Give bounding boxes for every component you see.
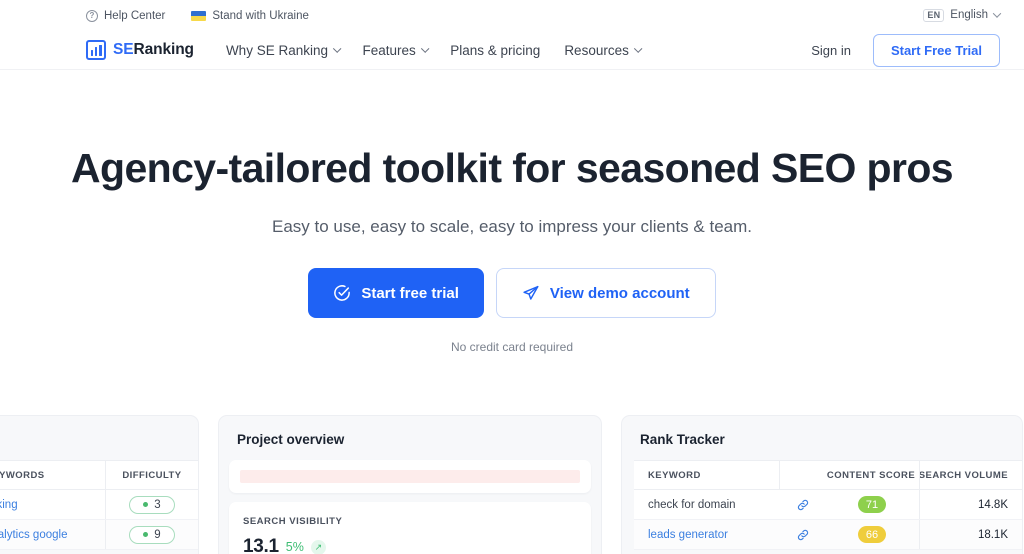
difficulty-value: 9	[154, 528, 161, 541]
question-circle-icon: ?	[86, 9, 98, 22]
link-icon	[797, 499, 808, 510]
table-row[interactable]: linking 3	[0, 490, 198, 520]
nav-item-label: Features	[362, 42, 416, 58]
content-score-cell: 71	[825, 496, 919, 513]
help-center-label: Help Center	[104, 9, 166, 22]
difficulty-badge: 3	[129, 495, 175, 514]
difficulty-cell: 3	[104, 490, 198, 519]
view-demo-account-cta[interactable]: View demo account	[495, 268, 716, 319]
difficulty-badge: 9	[129, 525, 175, 544]
column-header-search-volume: SEARCH VOLUME	[918, 461, 1022, 489]
no-credit-card-note: No credit card required	[450, 340, 574, 355]
search-volume-value: 18.1K	[977, 528, 1008, 541]
keywords-card-title-spacer	[0, 416, 198, 460]
link-icon	[797, 529, 808, 540]
search-volume-value: 14.8K	[977, 498, 1008, 511]
keywords-table: KEYWORDS DIFFICULTY linking 3 analytics …	[0, 460, 198, 550]
project-overview-title: Project overview	[237, 432, 345, 447]
content-score-cell: 66	[825, 526, 919, 543]
search-visibility-value-row: 13.1 5% ↗	[243, 536, 577, 554]
rank-tracker-title: Rank Tracker	[640, 432, 725, 447]
search-visibility-value: 13.1	[243, 536, 279, 554]
chevron-down-icon	[634, 44, 642, 53]
search-visibility-widget: SEARCH VISIBILITY 13.1 5% ↗	[229, 502, 591, 554]
status-dot-icon	[143, 502, 149, 507]
rank-tracker-preview-card: Rank Tracker KEYWORD CONTENT SCORE SEARC…	[621, 415, 1023, 554]
logo-link[interactable]: SERanking	[86, 40, 194, 60]
nav-item-plans-pricing[interactable]: Plans & pricing	[450, 43, 540, 58]
table-row[interactable]: analytics google 9	[0, 520, 198, 550]
rank-tracker-table: KEYWORD CONTENT SCORE SEARCH VOLUME chec…	[634, 460, 1022, 550]
content-score-badge: 66	[857, 526, 886, 543]
start-free-trial-cta[interactable]: Start free trial	[308, 268, 484, 319]
keyword-cell[interactable]: leads generator	[634, 529, 780, 541]
link-cell[interactable]	[780, 528, 824, 542]
chevron-down-icon	[333, 44, 342, 53]
difficulty-value: 3	[154, 498, 161, 511]
column-header-difficulty: DIFFICULTY	[104, 461, 198, 489]
nav-item-label: Plans & pricing	[450, 42, 541, 58]
keyword-cell[interactable]: analytics google	[0, 529, 105, 541]
navbar-actions: Sign in Start Free Trial	[811, 33, 1000, 67]
placeholder-bar	[240, 470, 580, 483]
rank-tracker-table-header: KEYWORD CONTENT SCORE SEARCH VOLUME	[634, 460, 1022, 490]
difficulty-cell: 9	[104, 520, 198, 549]
arrow-up-right-icon: ↗	[310, 539, 326, 554]
table-row[interactable]: leads generator 66 18.1K	[634, 520, 1022, 550]
logo-se-text: SE	[113, 41, 134, 58]
chevron-down-icon	[992, 9, 1002, 19]
chevron-down-icon	[421, 44, 429, 53]
nav-links: Why SE Ranking Features Plans & pricing …	[225, 42, 642, 58]
check-circle-icon	[334, 285, 351, 301]
hero-section: Agency-tailored toolkit for seasoned SEO…	[0, 70, 1024, 355]
paper-plane-icon	[523, 286, 539, 300]
project-overview-banner	[229, 460, 591, 493]
product-preview-strip: KEYWORDS DIFFICULTY linking 3 analytics …	[0, 415, 1024, 554]
language-switcher[interactable]: EN English	[923, 8, 1002, 23]
nav-item-label: Why SE Ranking	[225, 42, 328, 58]
keywords-preview-card: KEYWORDS DIFFICULTY linking 3 analytics …	[0, 415, 199, 554]
start-free-trial-button[interactable]: Start Free Trial	[872, 33, 1000, 67]
link-cell[interactable]	[780, 498, 824, 512]
nav-item-resources[interactable]: Resources	[564, 42, 642, 58]
keywords-table-header: KEYWORDS DIFFICULTY	[0, 460, 198, 490]
utility-bar: ? Help Center Stand with Ukraine EN Engl…	[0, 0, 1024, 31]
column-header-keyword: KEYWORD	[648, 469, 701, 481]
nav-item-features[interactable]: Features	[362, 42, 429, 58]
help-center-link[interactable]: ? Help Center	[86, 9, 166, 22]
column-header-content-score: CONTENT SCORE	[826, 469, 916, 481]
start-free-trial-cta-label: Start free trial	[361, 284, 459, 302]
search-visibility-delta: 5%	[285, 540, 304, 554]
se-ranking-logo-icon	[86, 40, 106, 60]
nav-item-why-se-ranking[interactable]: Why SE Ranking	[225, 42, 342, 58]
keyword-cell: check for domain	[648, 498, 736, 511]
search-visibility-label: SEARCH VISIBILITY	[243, 516, 343, 527]
content-score-badge: 71	[857, 496, 886, 513]
status-dot-icon	[143, 532, 149, 537]
main-navbar: SERanking Why SE Ranking Features Plans …	[0, 31, 1024, 70]
column-header-keywords: KEYWORDS	[0, 469, 45, 481]
logo-ranking-text: Ranking	[133, 41, 194, 58]
keyword-cell[interactable]: linking	[0, 499, 105, 511]
hero-subtitle: Easy to use, easy to scale, easy to impr…	[272, 217, 752, 237]
logo-wordmark: SERanking	[113, 41, 194, 59]
sign-in-link[interactable]: Sign in	[811, 43, 851, 58]
project-overview-preview-card: Project overview SEARCH VISIBILITY 13.1 …	[218, 415, 602, 554]
utility-bar-left: ? Help Center Stand with Ukraine	[86, 9, 309, 22]
nav-item-label: Resources	[564, 42, 629, 58]
stand-with-ukraine-link[interactable]: Stand with Ukraine	[191, 10, 309, 22]
table-row[interactable]: check for domain 71 14.8K	[634, 490, 1022, 520]
page-title: Agency-tailored toolkit for seasoned SEO…	[70, 145, 954, 191]
search-volume-cell: 14.8K	[919, 490, 1022, 519]
search-volume-cell: 18.1K	[919, 520, 1022, 549]
language-code-badge: EN	[923, 8, 945, 23]
view-demo-account-cta-label: View demo account	[549, 284, 690, 302]
stand-with-ukraine-label: Stand with Ukraine	[212, 9, 309, 22]
language-name-label: English	[950, 9, 988, 22]
ukraine-flag-icon	[191, 10, 207, 21]
column-header-link-spacer	[779, 461, 823, 489]
hero-cta-row: Start free trial View demo account	[0, 268, 1024, 319]
